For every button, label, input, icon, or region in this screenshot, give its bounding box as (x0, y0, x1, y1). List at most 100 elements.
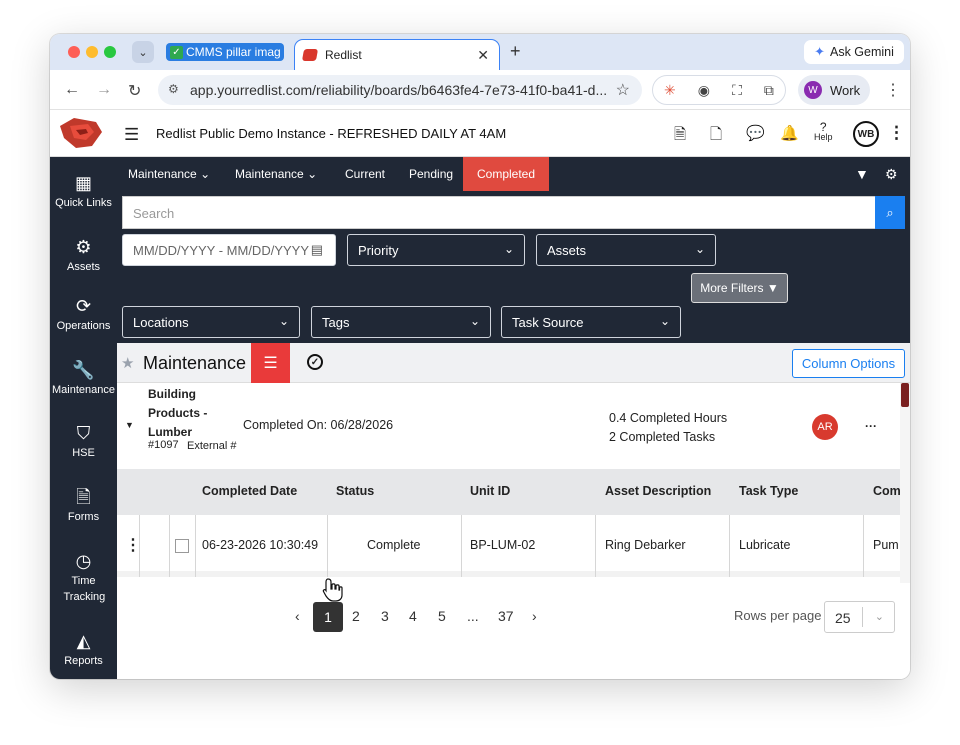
cell-divider (863, 515, 864, 577)
gear-icon[interactable]: ⚙ (885, 166, 898, 183)
puzzle-icon[interactable]: ⧉ (764, 82, 774, 99)
cell-divider (139, 515, 140, 577)
clock-icon: ◷ (75, 551, 92, 571)
sidebar-item-time-tracking[interactable]: ◷ Time Tracking (50, 551, 117, 605)
search-input[interactable]: Search (122, 196, 876, 229)
user-avatar[interactable]: WB (853, 121, 879, 147)
camera-icon[interactable]: ◉ (698, 82, 710, 99)
tab-redlist[interactable]: Redlist ✕ (294, 39, 500, 70)
search-button[interactable]: ⌕ (875, 196, 905, 229)
more-options-icon[interactable]: ··· (865, 419, 877, 433)
column-header[interactable]: Completed Date (202, 484, 297, 498)
chevron-down-icon: ⌄ (307, 167, 318, 181)
more-filters-label: More Filters (700, 281, 764, 295)
tab-current[interactable]: Current (345, 157, 385, 191)
help-button[interactable]: ? Help (814, 121, 833, 142)
select-label: Assets (547, 243, 587, 258)
minimize-window-button[interactable] (86, 46, 98, 58)
table-row[interactable]: ⋮ 06-23-2026 10:30:49 Complete BP-LUM-02… (117, 515, 900, 577)
reload-icon[interactable]: ↻ (128, 81, 141, 101)
page-button[interactable]: 5 (438, 608, 446, 624)
browser-window: ⌄ ✓ CMMS pillar imag Redlist ✕ + ✦ Ask G… (50, 34, 910, 679)
results-area: ▼ Building Products - Lumber #1097 Exter… (117, 383, 900, 583)
date-range-input[interactable]: MM/DD/YYYY - MM/DD/YYYY ▤ (122, 234, 336, 266)
priority-select[interactable]: Priority ⌄ (347, 234, 525, 266)
screenshot-icon[interactable]: ⛶ (732, 82, 742, 99)
sidebar-item-assets[interactable]: ⚙ Assets (50, 238, 117, 275)
row-checkbox[interactable] (175, 539, 189, 553)
app-menu-icon[interactable]: ⋮ (888, 123, 905, 143)
collapse-caret-icon[interactable]: ▼ (125, 420, 134, 430)
document-icon: 🗎 (76, 487, 91, 507)
column-options-button[interactable]: Column Options (792, 349, 905, 378)
extension-burst-icon[interactable]: ✳ (664, 82, 676, 99)
notes-icon[interactable]: 🗎 (674, 124, 686, 149)
bookmark-star-icon[interactable]: ☆ (616, 80, 630, 100)
nav-maintenance-type-dropdown[interactable]: Maintenance ⌄ (235, 157, 317, 191)
profile-button[interactable]: W Work (798, 75, 870, 105)
tab-cmms-pillar[interactable]: ✓ CMMS pillar imag (166, 43, 284, 61)
task-source-select[interactable]: Task Source ⌄ (501, 306, 681, 338)
more-filters-button[interactable]: More Filters ▼ (691, 273, 788, 303)
column-header[interactable]: Asset Description (605, 484, 711, 498)
tab-pending[interactable]: Pending (409, 157, 453, 191)
sidebar: ▦ Quick Links ⚙ Assets ⟳ Operations 🔧 Ma… (50, 157, 117, 679)
favorite-star-icon[interactable]: ★ (121, 354, 134, 372)
new-tab-button[interactable]: + (510, 41, 521, 62)
scrollbar-thumb[interactable] (901, 383, 909, 407)
rows-per-page-select[interactable]: 25 ⌄ (824, 601, 895, 633)
filter-panel: Search ⌕ MM/DD/YYYY - MM/DD/YYYY ▤ Prior… (117, 191, 910, 343)
tab-search-dropdown[interactable]: ⌄ (132, 41, 154, 63)
chevron-down-icon: ⌄ (694, 242, 705, 256)
tab-completed[interactable]: Completed (463, 157, 550, 191)
completed-hours: 0.4 Completed Hours (609, 411, 728, 425)
url-field[interactable]: ⚙ app.yourredlist.com/reliability/boards… (158, 75, 642, 105)
list-view-button[interactable]: ☰ (251, 343, 290, 383)
sidebar-item-forms[interactable]: 🗎 Forms (50, 487, 117, 525)
tags-select[interactable]: Tags ⌄ (311, 306, 491, 338)
browser-menu-icon[interactable]: ⋮ (885, 80, 901, 100)
prev-page-button[interactable]: ‹ (295, 608, 300, 624)
check-circle-icon[interactable]: ✓ (307, 354, 323, 370)
back-arrow-icon[interactable]: ← (64, 81, 80, 99)
site-settings-icon[interactable]: ⚙ (168, 82, 179, 96)
page-button-current[interactable]: 1 (313, 602, 343, 632)
sparkle-icon: ✦ (814, 44, 825, 59)
zoom-window-button[interactable] (104, 46, 116, 58)
sidebar-item-hse[interactable]: ⛉ HSE (50, 424, 117, 461)
sidebar-item-quick-links[interactable]: ▦ Quick Links (50, 174, 117, 211)
forward-arrow-icon[interactable]: → (96, 81, 112, 99)
column-header[interactable]: Unit ID (470, 484, 510, 498)
cell-divider (729, 515, 730, 577)
redlist-logo[interactable] (56, 116, 106, 150)
checkmark-icon: ✓ (170, 45, 183, 59)
column-header[interactable]: Task Type (739, 484, 798, 498)
column-header[interactable]: Status (336, 484, 374, 498)
page-button[interactable]: 3 (381, 608, 389, 624)
assignee-avatar[interactable]: AR (812, 414, 838, 440)
sidebar-item-reports[interactable]: ◭ Reports (50, 632, 117, 669)
ask-gemini-button[interactable]: ✦ Ask Gemini (804, 40, 904, 64)
next-page-button[interactable]: › (532, 608, 537, 624)
assets-select[interactable]: Assets ⌄ (536, 234, 716, 266)
close-tab-icon[interactable]: ✕ (477, 47, 489, 64)
url-text: app.yourredlist.com/reliability/boards/b… (190, 82, 608, 98)
sidebar-item-maintenance[interactable]: 🔧 Maintenance (50, 361, 117, 398)
filter-icon[interactable]: ▼ (855, 166, 869, 182)
bell-icon[interactable]: 🔔 (780, 124, 799, 142)
page-button[interactable]: 37 (498, 608, 514, 624)
page-button[interactable]: 2 (352, 608, 360, 624)
page-button[interactable]: 4 (409, 608, 417, 624)
file-icon[interactable]: 🗋 (710, 124, 722, 149)
close-window-button[interactable] (68, 46, 80, 58)
sidebar-item-operations[interactable]: ⟳ Operations (50, 297, 117, 334)
nav-maintenance-dropdown[interactable]: Maintenance ⌄ (128, 157, 210, 191)
vertical-scrollbar[interactable] (900, 383, 910, 583)
cell-divider (461, 515, 462, 577)
sidebar-item-label: Quick Links (55, 197, 112, 209)
hamburger-menu-icon[interactable]: ☰ (124, 125, 139, 145)
address-bar-row: ← → ↻ ⚙ app.yourredlist.com/reliability/… (50, 70, 910, 110)
column-header[interactable]: Com (873, 484, 900, 498)
chat-icon[interactable]: 💬 (746, 124, 765, 142)
locations-select[interactable]: Locations ⌄ (122, 306, 300, 338)
